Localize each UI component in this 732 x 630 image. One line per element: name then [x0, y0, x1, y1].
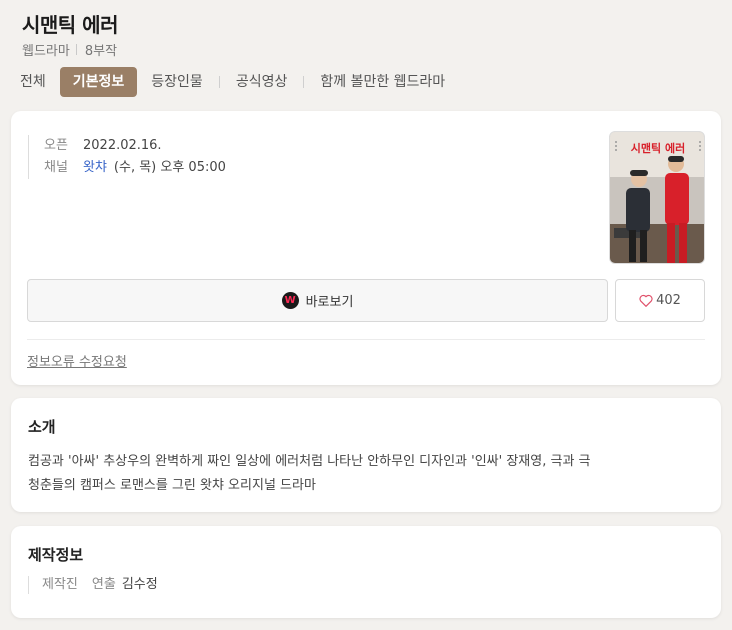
heart-icon [639, 294, 653, 307]
director-role: 연출 [91, 577, 116, 592]
genre-label: 웹드라마 [22, 44, 70, 59]
tab-divider [218, 76, 220, 88]
poster-image[interactable]: 시맨틱 에러 [609, 131, 705, 264]
like-button[interactable]: 402 [615, 279, 705, 322]
poster-illustration: 시맨틱 에러 [610, 132, 704, 263]
intro-text: 컴공과 '아싸' 추상우의 완벽하게 짜인 일상에 에러처럼 나타난 안하무인 … [28, 450, 708, 498]
report-error-link[interactable]: 정보오류 수정요청 [27, 351, 127, 370]
crew-row: 제작진 연출 김수정 [28, 576, 158, 594]
tab-all[interactable]: 전체 [14, 67, 50, 97]
production-heading: 제작정보 [28, 546, 84, 564]
watch-now-button[interactable]: W 바로보기 [27, 279, 608, 322]
basic-info-list: 오픈 2022.02.16. 채널 왓챠 (수, 목) 오후 05:00 [28, 135, 226, 179]
intro-heading: 소개 [28, 418, 56, 436]
intro-line: 컴공과 '아싸' 추상우의 완벽하게 짜인 일상에 에러처럼 나타난 안하무인 … [28, 454, 591, 469]
watcha-logo-icon: W [281, 292, 299, 309]
tab-official-video[interactable]: 공식영상 [228, 67, 296, 97]
open-date-row: 오픈 2022.02.16. [44, 135, 226, 157]
tab-basic-info[interactable]: 기본정보 [59, 67, 138, 97]
open-label: 오픈 [44, 138, 68, 153]
tab-bar: 전체 기본정보 등장인물 공식영상 함께 볼만한 웹드라마 [14, 67, 453, 97]
page-title: 시맨틱 에러 [22, 13, 118, 37]
channel-row: 채널 왓챠 (수, 목) 오후 05:00 [44, 157, 226, 179]
channel-label: 채널 [44, 160, 68, 175]
open-date: 2022.02.16. [83, 138, 162, 153]
broadcast-schedule: (수, 목) 오후 05:00 [113, 160, 226, 175]
tab-divider [303, 76, 305, 88]
meta-divider [75, 44, 77, 55]
watch-now-label: 바로보기 [305, 295, 354, 310]
like-count: 402 [656, 293, 681, 308]
tab-related-dramas[interactable]: 함께 볼만한 웹드라마 [312, 67, 453, 97]
intro-card: 소개 컴공과 '아싸' 추상우의 완벽하게 짜인 일상에 에러처럼 나타난 안하… [11, 398, 721, 512]
episode-count: 8부작 [84, 44, 118, 59]
channel-link[interactable]: 왓챠 [83, 157, 107, 179]
crew-label: 제작진 [42, 577, 78, 592]
production-card: 제작정보 제작진 연출 김수정 [11, 526, 721, 618]
divider [27, 339, 705, 340]
basic-info-card: 오픈 2022.02.16. 채널 왓챠 (수, 목) 오후 05:00 시맨틱… [11, 111, 721, 385]
tab-characters[interactable]: 등장인물 [143, 67, 211, 97]
intro-line: 청춘들의 캠퍼스 로맨스를 그린 왓챠 오리지널 드라마 [28, 478, 316, 493]
director-name[interactable]: 김수정 [122, 576, 158, 594]
drama-meta: 웹드라마 8부작 [22, 40, 117, 59]
poster-title: 시맨틱 에러 [631, 141, 685, 155]
